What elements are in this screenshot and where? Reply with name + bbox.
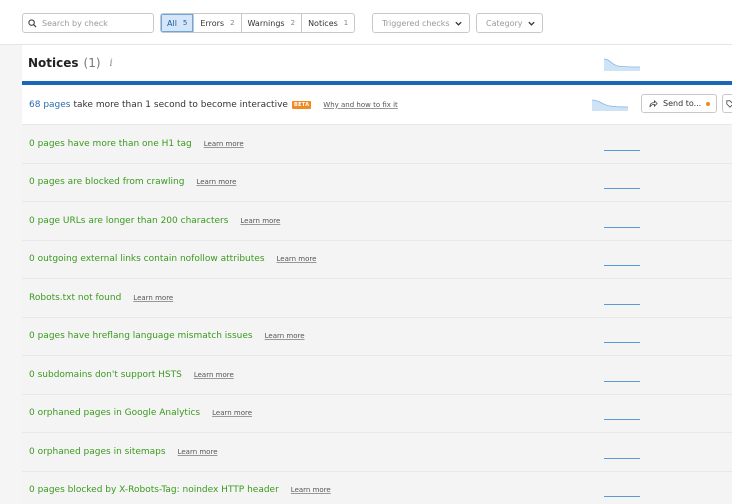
trend-flatline xyxy=(604,226,640,228)
issue-text: take more than 1 second to become intera… xyxy=(73,99,288,110)
trend-flatline xyxy=(604,457,640,459)
category-dropdown[interactable]: Category xyxy=(476,13,543,33)
category-label: Category xyxy=(486,18,523,28)
tab-all-count: 5 xyxy=(182,19,188,27)
tab-all-label: All xyxy=(167,18,177,28)
tab-errors[interactable]: Errors 2 xyxy=(194,14,242,32)
learn-more-link[interactable]: Learn more xyxy=(178,448,218,456)
trend-sparkline xyxy=(592,99,628,111)
issue-text: 0 page URLs are longer than 200 characte… xyxy=(29,215,229,226)
chevron-down-icon xyxy=(455,21,462,26)
send-to-button[interactable]: Send to... xyxy=(641,94,717,113)
trend-flatline xyxy=(604,496,640,497)
share-icon xyxy=(649,99,658,108)
zero-issue-rows: 0 pages have more than one H1 tag Learn m… xyxy=(22,125,732,504)
tab-notices[interactable]: Notices 1 xyxy=(302,14,354,32)
triggered-checks-label: Triggered checks xyxy=(382,18,450,28)
send-to-label: Send to... xyxy=(663,99,702,108)
beta-badge: BETA xyxy=(291,100,312,109)
learn-more-link[interactable]: Learn more xyxy=(194,371,234,379)
trend-sparkline xyxy=(604,58,640,71)
tab-errors-label: Errors xyxy=(200,18,225,28)
tab-all[interactable]: All 5 xyxy=(161,14,195,32)
tab-warnings[interactable]: Warnings 2 xyxy=(242,14,303,32)
severity-filter-tabs: All 5 Errors 2 Warnings 2 Notices 1 xyxy=(160,13,356,33)
triggered-checks-dropdown[interactable]: Triggered checks xyxy=(372,13,470,33)
learn-more-link[interactable]: Learn more xyxy=(196,178,236,186)
why-fix-link[interactable]: Why and how to fix it xyxy=(323,101,398,109)
trend-flatline xyxy=(604,419,640,420)
learn-more-link[interactable]: Learn more xyxy=(204,140,244,148)
search-icon xyxy=(28,18,37,28)
tab-notices-label: Notices xyxy=(308,18,338,28)
trend-flatline xyxy=(604,265,640,266)
issue-row: 0 pages have hreflang language mismatch … xyxy=(22,317,732,356)
issue-text: 0 pages are blocked from crawling xyxy=(29,177,185,188)
issue-row: 0 pages blocked by X-Robots-Tag: noindex… xyxy=(22,471,732,504)
tab-errors-count: 2 xyxy=(230,19,235,27)
tab-warnings-label: Warnings xyxy=(247,18,285,28)
issue-text: 0 pages blocked by X-Robots-Tag: noindex… xyxy=(29,485,279,496)
more-actions-button[interactable] xyxy=(722,94,732,113)
issue-text: 0 orphaned pages in sitemaps xyxy=(29,446,166,457)
notices-panel: Notices (1) i 68 pages take more than 1 … xyxy=(22,45,732,504)
section-title: Notices xyxy=(28,56,79,70)
issue-text: 0 outgoing external links contain nofoll… xyxy=(29,254,265,265)
tab-warnings-count: 2 xyxy=(290,19,296,27)
issue-row: 0 orphaned pages in sitemaps Learn more xyxy=(22,433,732,472)
trend-flatline xyxy=(604,380,640,382)
issue-row: 68 pages take more than 1 second to beco… xyxy=(22,85,732,125)
learn-more-link[interactable]: Learn more xyxy=(291,486,331,494)
trend-flatline xyxy=(604,342,640,343)
issue-row: 0 pages have more than one H1 tag Learn m… xyxy=(22,125,732,164)
learn-more-link[interactable]: Learn more xyxy=(212,409,252,417)
issue-row: 0 page URLs are longer than 200 characte… xyxy=(22,202,732,241)
notification-dot xyxy=(706,102,710,106)
tab-notices-count: 1 xyxy=(343,19,349,27)
tag-icon xyxy=(726,100,732,108)
search-box[interactable] xyxy=(22,13,154,33)
issue-count-link[interactable]: 68 pages xyxy=(29,100,70,110)
issue-row: 0 subdomains don't support HSTS Learn mor… xyxy=(22,356,732,395)
chevron-down-icon xyxy=(528,21,535,26)
issue-text: Robots.txt not found xyxy=(29,292,122,303)
issue-text: 0 pages have more than one H1 tag xyxy=(29,138,192,149)
learn-more-link[interactable]: Learn more xyxy=(240,217,280,225)
site-audit-issues-view: All 5 Errors 2 Warnings 2 Notices 1 Triggere… xyxy=(0,0,732,504)
trend-flatline xyxy=(604,188,640,189)
info-icon[interactable]: i xyxy=(110,58,113,69)
learn-more-link[interactable]: Learn more xyxy=(133,294,173,302)
filter-toolbar: All 5 Errors 2 Warnings 2 Notices 1 Triggere… xyxy=(0,0,732,45)
search-input[interactable] xyxy=(42,18,152,28)
trend-flatline xyxy=(604,303,640,305)
learn-more-link[interactable]: Learn more xyxy=(277,255,317,263)
section-count: (1) xyxy=(83,56,101,70)
issue-list: 68 pages take more than 1 second to beco… xyxy=(22,85,732,504)
issue-text: 0 subdomains don't support HSTS xyxy=(29,369,182,380)
issue-row: Robots.txt not found Learn more xyxy=(22,279,732,318)
issue-row: 0 pages are blocked from crawling Learn m… xyxy=(22,163,732,202)
learn-more-link[interactable]: Learn more xyxy=(265,332,305,340)
issue-row: 0 orphaned pages in Google Analytics Lear… xyxy=(22,394,732,433)
trend-flatline xyxy=(604,149,640,151)
issue-text: 0 pages have hreflang language mismatch … xyxy=(29,331,253,342)
issue-text: 0 orphaned pages in Google Analytics xyxy=(29,408,201,419)
issue-row: 0 outgoing external links contain nofoll… xyxy=(22,240,732,279)
